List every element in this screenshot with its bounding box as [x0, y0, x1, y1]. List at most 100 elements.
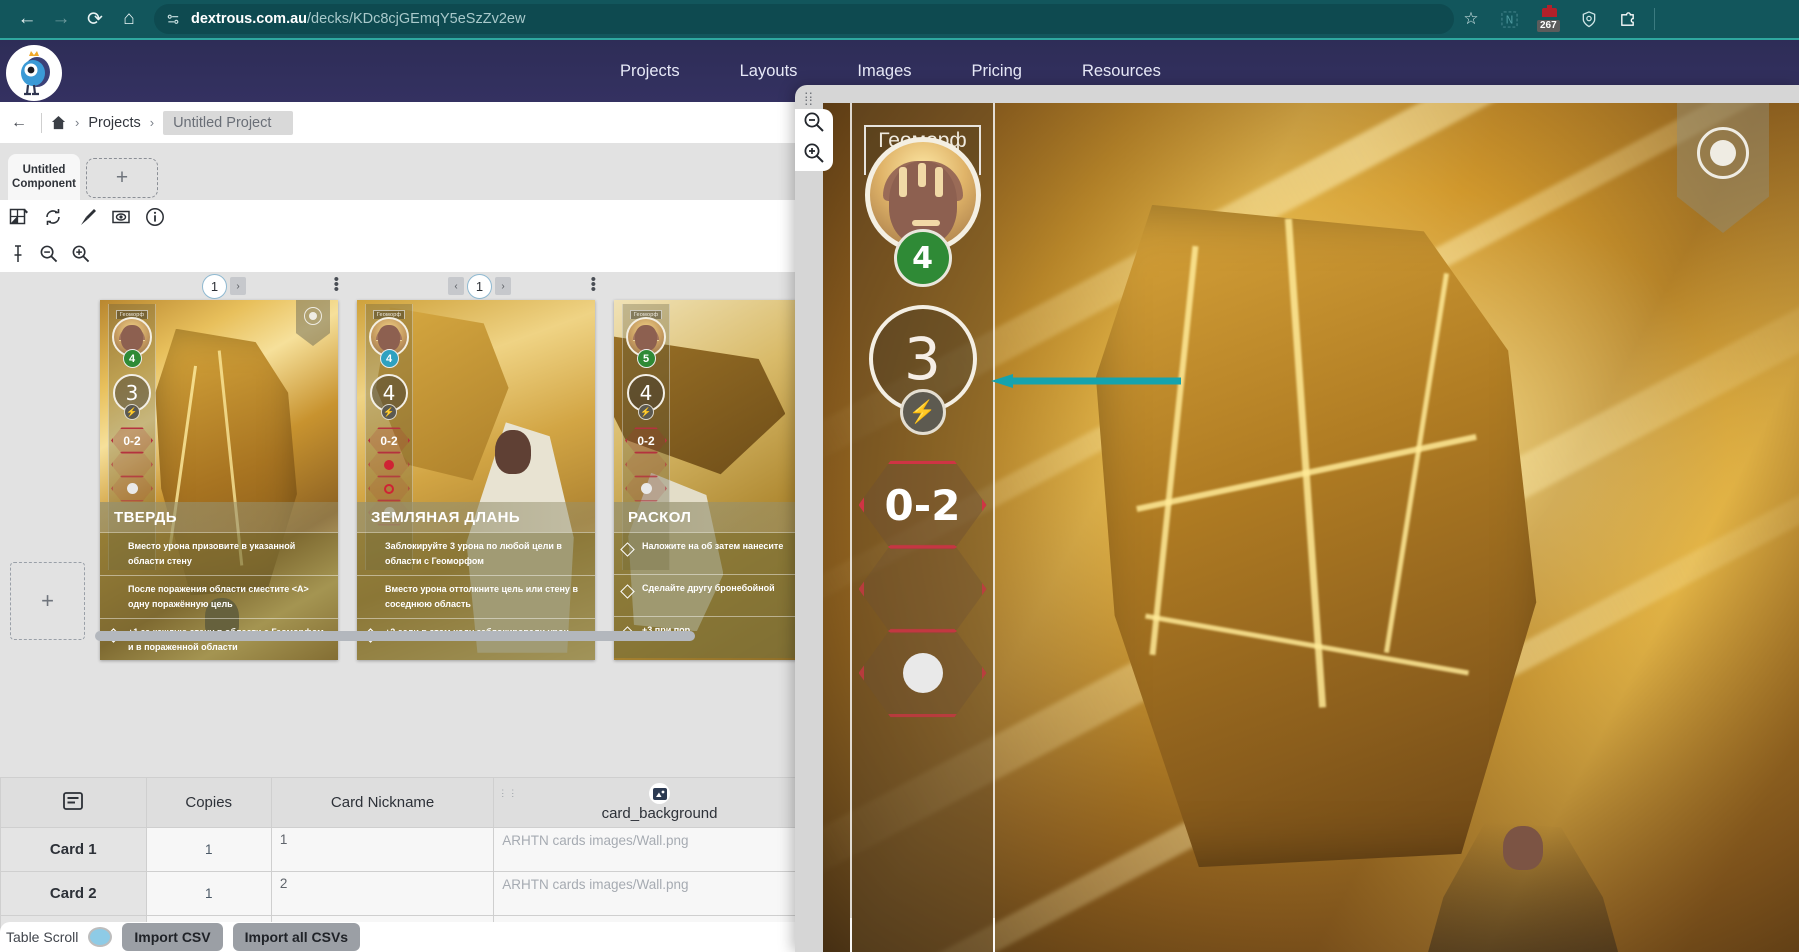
- card-title: ЗЕМЛЯНАЯ ДЛАНЬ: [357, 502, 595, 532]
- refresh-icon[interactable]: [42, 206, 63, 227]
- teal-pointer-arrow: [991, 374, 1181, 388]
- ability-text: После поражения области сместите <А> одн…: [128, 584, 309, 609]
- row-settings-icon[interactable]: [62, 790, 84, 816]
- extension-badge-count: 267: [1537, 20, 1560, 32]
- paintbrush-icon[interactable]: [76, 206, 97, 227]
- ability-row: После поражения области сместите <А> одн…: [100, 575, 338, 618]
- card-column-1: 1 › • • • Геоморф 4 3 ⚡ 0-2 ТВЕРДЬ Вмест…: [100, 272, 345, 660]
- nav-item-images[interactable]: Images: [857, 62, 911, 81]
- image-column-icon: [649, 783, 671, 804]
- card-menu-icon[interactable]: •••: [591, 272, 596, 297]
- card-page-number[interactable]: 1: [467, 273, 492, 299]
- card-preview-2[interactable]: Геоморф 4 4 ⚡ 0-2 ЗЕМЛЯНАЯ ДЛАНЬ Заблоки…: [357, 300, 595, 660]
- nav-item-projects[interactable]: Projects: [620, 62, 680, 81]
- card-next-page-button[interactable]: ›: [495, 277, 511, 295]
- nav-item-pricing[interactable]: Pricing: [972, 62, 1022, 81]
- add-card-placeholder[interactable]: +: [10, 562, 85, 640]
- target-marker-icon: [1697, 127, 1749, 179]
- preview-range-value: 0-2: [858, 460, 987, 550]
- row-copies[interactable]: 1: [145, 827, 272, 872]
- range-hex-filled: [368, 451, 410, 478]
- home-icon[interactable]: ⌂: [112, 2, 146, 36]
- zoom-in-icon[interactable]: [71, 244, 90, 263]
- row-label: Card 1: [0, 827, 147, 872]
- zoom-out-icon[interactable]: [803, 111, 825, 138]
- add-component-tab-button[interactable]: +: [86, 158, 158, 198]
- card-next-page-button[interactable]: ›: [230, 277, 246, 295]
- row-card-background[interactable]: ARHTN cards images/Wall.png ⇱: [493, 827, 826, 872]
- breadcrumb-separator-2: ›: [149, 115, 155, 130]
- ability-text: Наложите на об затем нанесите: [642, 541, 784, 551]
- drag-grip-icon[interactable]: ∷ ∷: [805, 91, 814, 109]
- extensions-puzzle-icon[interactable]: [1616, 8, 1638, 30]
- ability-row: Вместо урона призовите в указанной облас…: [100, 532, 338, 575]
- shield-icon[interactable]: [1578, 8, 1600, 30]
- card-prev-page-button[interactable]: ‹: [448, 277, 464, 295]
- forward-arrow-icon[interactable]: →: [44, 2, 78, 36]
- import-csv-button[interactable]: Import CSV: [122, 923, 223, 951]
- tab-untitled-component[interactable]: Untitled Component: [8, 154, 80, 200]
- preview-strip-footer: [850, 918, 995, 952]
- zoom-in-icon[interactable]: [803, 142, 825, 169]
- breadcrumb-back-icon[interactable]: ←: [6, 114, 32, 132]
- screenshot-extension-icon[interactable]: 267: [1536, 5, 1562, 32]
- cell-text: ARHTN cards images/Wall.png: [502, 877, 689, 892]
- edit-layout-icon[interactable]: [8, 206, 29, 227]
- cost-badge: 4: [122, 349, 142, 368]
- toolbar-divider: [1654, 8, 1655, 30]
- home-icon[interactable]: [51, 115, 66, 130]
- table-header-label: card_background: [601, 805, 718, 822]
- ability-glyph-icon: [362, 541, 379, 558]
- zoom-out-icon[interactable]: [39, 244, 58, 263]
- lightning-axe-icon: ⚡: [899, 389, 946, 435]
- range-value: 0-2: [111, 427, 153, 454]
- ability-text: Заблокируйте 3 урона по любой цели в обл…: [385, 541, 562, 566]
- cost-badge: 5: [636, 349, 656, 368]
- table-header-card-background[interactable]: ⋮⋮ card_background: [493, 777, 826, 828]
- site-settings-icon[interactable]: [166, 12, 181, 27]
- pin-icon[interactable]: [10, 244, 26, 263]
- row-nickname[interactable]: 2: [270, 871, 495, 916]
- app-nav: Projects Layouts Images Pricing Resource…: [620, 62, 1161, 81]
- preview-canvas[interactable]: Геоморф 4 3 ⚡ 0-2: [823, 103, 1799, 952]
- card-page-number[interactable]: 1: [202, 273, 227, 299]
- target-marker-icon: [304, 307, 322, 325]
- ability-text: Вместо урона оттолкните цель или стену в…: [385, 584, 578, 609]
- canvas-horizontal-scrollbar[interactable]: [95, 631, 695, 641]
- card-menu-icon[interactable]: •••: [334, 272, 339, 297]
- reload-icon[interactable]: ⟳: [78, 2, 112, 36]
- ability-text: Сделайте другу бронебойной: [642, 583, 775, 593]
- info-icon[interactable]: [144, 206, 165, 227]
- import-all-csvs-button[interactable]: Import all CSVs: [232, 923, 361, 951]
- card-preview-1[interactable]: Геоморф 4 3 ⚡ 0-2 ТВЕРДЬ Вместо урона пр…: [100, 300, 338, 660]
- table-scroll-toggle[interactable]: [88, 927, 113, 947]
- row-copies[interactable]: 1: [145, 871, 272, 916]
- svg-text:N: N: [1505, 14, 1513, 26]
- table-header-card-nickname[interactable]: Card Nickname: [270, 777, 495, 828]
- card-preview-modal[interactable]: ∷ ∷ 4 3 ⚡ 0-2: [795, 85, 1799, 952]
- back-arrow-icon[interactable]: ←: [10, 2, 44, 36]
- address-bar[interactable]: dextrous.com.au/decks/KDc8cjGEmqY5eSzZv2…: [154, 4, 1454, 34]
- nav-item-resources[interactable]: Resources: [1082, 62, 1161, 81]
- dextrous-bird-logo[interactable]: [6, 45, 62, 101]
- ability-glyph-icon: [619, 541, 636, 558]
- range-hex-token: [111, 475, 153, 502]
- component-toolbar: [8, 206, 165, 227]
- browser-toolbar: ← → ⟳ ⌂ dextrous.com.au/decks/KDc8cjGEmq…: [0, 0, 1799, 38]
- star-icon[interactable]: ☆: [1460, 8, 1482, 30]
- row-card-background[interactable]: ARHTN cards images/Wall.png ⇱: [493, 871, 826, 916]
- table-header-row-settings[interactable]: [0, 777, 147, 828]
- lightning-axe-icon: ⚡: [381, 404, 397, 420]
- row-nickname[interactable]: 1: [270, 827, 495, 872]
- project-name-field[interactable]: Untitled Project: [163, 110, 294, 135]
- nav-item-layouts[interactable]: Layouts: [740, 62, 798, 81]
- breadcrumb-projects[interactable]: Projects: [88, 115, 140, 131]
- table-header-copies[interactable]: Copies: [145, 777, 272, 828]
- ability-glyph-icon: [362, 584, 379, 601]
- column-drag-grip-icon[interactable]: ⋮⋮: [498, 789, 518, 798]
- preview-eye-icon[interactable]: [110, 206, 131, 227]
- ability-glyph-icon: [619, 583, 636, 600]
- notion-extension-icon[interactable]: N: [1498, 8, 1520, 30]
- card-pager-1: 1 › • • •: [100, 272, 345, 300]
- range-hex-token: [625, 475, 667, 502]
